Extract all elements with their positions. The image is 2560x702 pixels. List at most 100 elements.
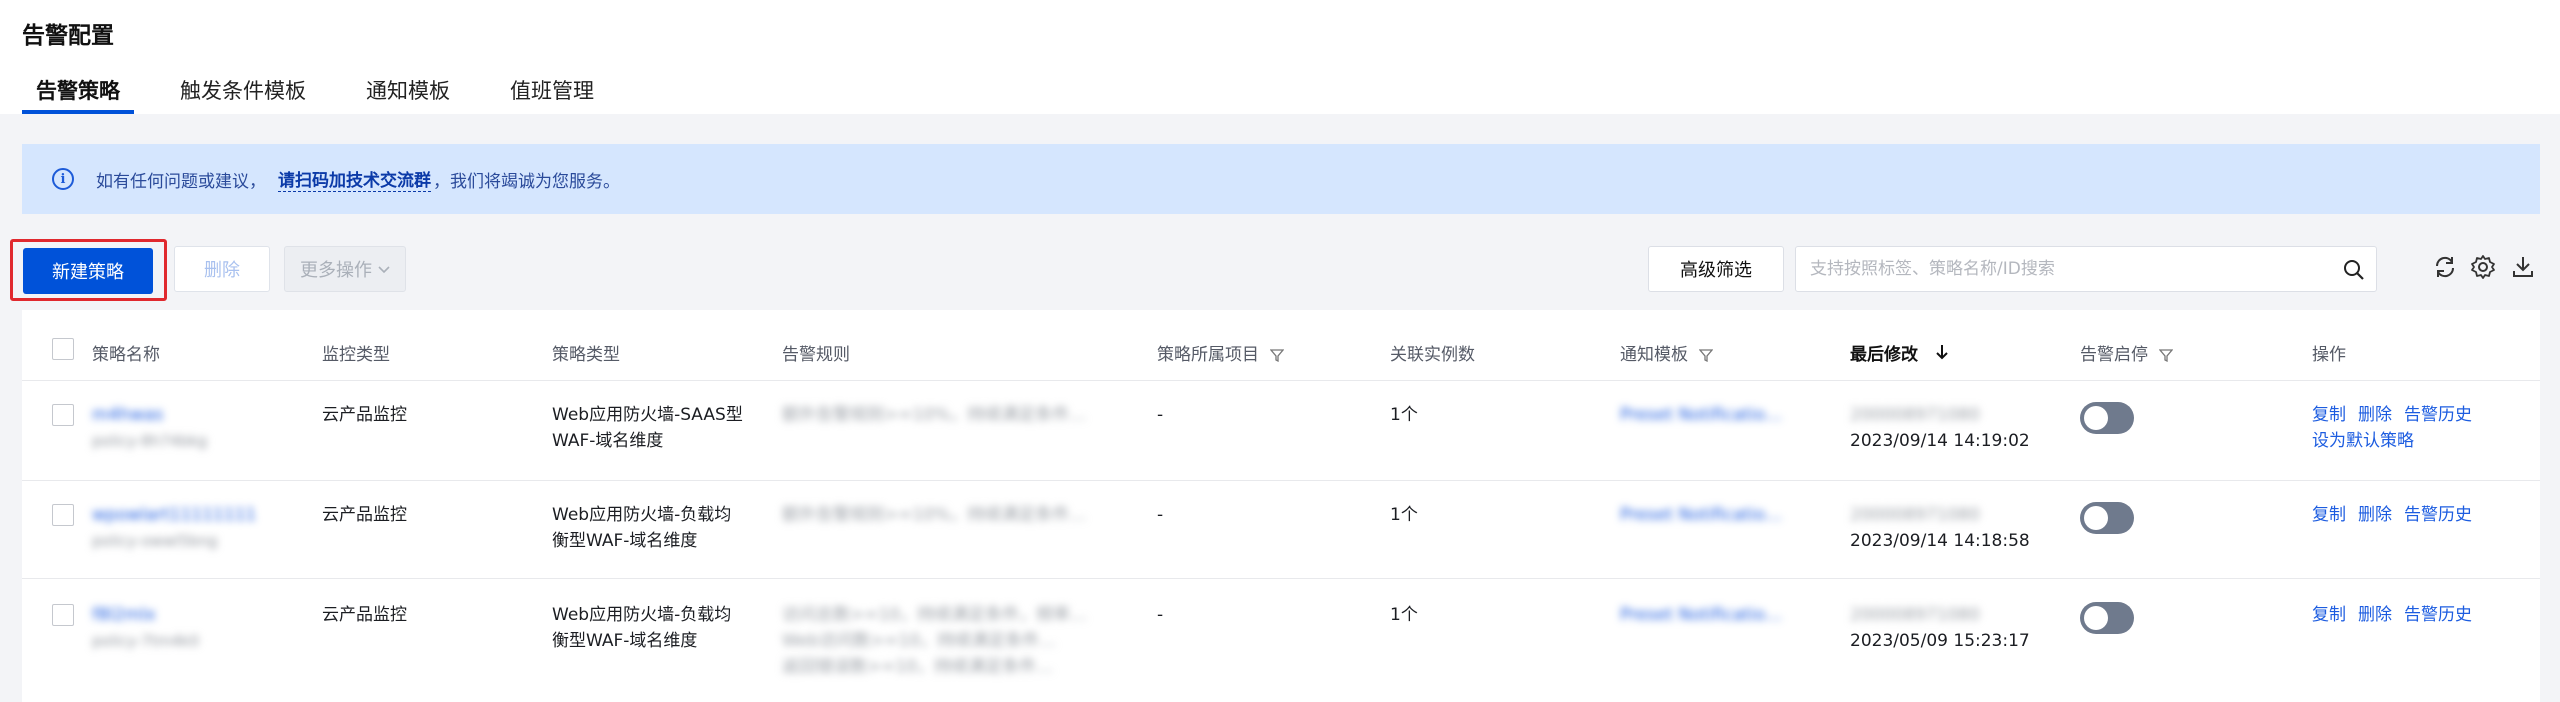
project: - [1157, 505, 1164, 525]
row-checkbox[interactable] [52, 504, 74, 526]
delete-link[interactable]: 删除 [2358, 605, 2392, 625]
header-divider [22, 380, 2540, 381]
download-icon[interactable] [2510, 254, 2536, 280]
search-box [1795, 246, 2377, 292]
search-icon[interactable] [2342, 258, 2366, 282]
alarm-rule: 额外告警规则>=10%，持续满足条件… [782, 505, 1087, 525]
policy-type-line1: Web应用防火墙-SAAS型 [552, 405, 743, 425]
tab-notice-template[interactable]: 通知模板 [352, 74, 464, 114]
row-checkbox[interactable] [52, 404, 74, 426]
row-actions: 复制 删除 告警历史 [2312, 602, 2484, 628]
modified-time: 2023/05/09 15:23:17 [1850, 631, 2030, 651]
advanced-filter-button[interactable]: 高级筛选 [1648, 246, 1784, 292]
delete-button[interactable]: 删除 [174, 246, 270, 292]
monitor-type: 云产品监控 [322, 605, 407, 625]
project: - [1157, 405, 1164, 425]
filter-icon[interactable] [2159, 347, 2174, 367]
modified-time: 2023/09/14 14:19:02 [1850, 431, 2030, 451]
notice-link[interactable]: 请扫码加技术交流群 [278, 166, 431, 192]
refresh-icon[interactable] [2432, 254, 2458, 280]
policy-name-link[interactable]: m4hwas [92, 402, 163, 428]
alarm-rule: 返回错误数>=10，持续满足条件… [782, 657, 1054, 677]
copy-link[interactable]: 复制 [2312, 405, 2346, 425]
history-link[interactable]: 告警历史 [2404, 405, 2472, 425]
notice-template-link[interactable]: Preset Notificatio… [1620, 402, 1782, 428]
toolbar: 新建策略 删除 更多操作 高级筛选 [0, 236, 2560, 301]
col-notice-template[interactable]: 通知模板 [1620, 340, 1714, 367]
notice-text-before: 如有任何问题或建议， [96, 171, 266, 192]
page-title: 告警配置 [22, 23, 114, 49]
modified-time: 2023/09/14 14:18:58 [1850, 531, 2030, 551]
col-rule: 告警规则 [782, 345, 850, 365]
modifier: 200008971080 [1850, 505, 1980, 525]
copy-link[interactable]: 复制 [2312, 505, 2346, 525]
more-actions-label: 更多操作 [300, 260, 372, 281]
tab-bar: 告警策略 触发条件模板 通知模板 值班管理 [22, 74, 640, 114]
tab-trigger-template[interactable]: 触发条件模板 [166, 74, 320, 114]
col-instances: 关联实例数 [1390, 345, 1475, 365]
info-icon: i [52, 168, 74, 190]
info-notice: i 如有任何问题或建议， 请扫码加技术交流群 ，我们将竭诚为您服务。 [22, 144, 2540, 214]
col-project-label: 策略所属项目 [1157, 345, 1259, 365]
col-actions: 操作 [2312, 345, 2346, 365]
col-notice-template-label: 通知模板 [1620, 345, 1688, 365]
col-project[interactable]: 策略所属项目 [1157, 340, 1285, 367]
new-policy-button[interactable]: 新建策略 [23, 248, 153, 294]
col-policy-type: 策略类型 [552, 345, 620, 365]
col-enabled[interactable]: 告警启停 [2080, 340, 2174, 367]
col-enabled-label: 告警启停 [2080, 345, 2148, 365]
delete-link[interactable]: 删除 [2358, 405, 2392, 425]
col-name: 策略名称 [92, 345, 160, 365]
copy-link[interactable]: 复制 [2312, 605, 2346, 625]
delete-link[interactable]: 删除 [2358, 505, 2392, 525]
project: - [1157, 605, 1164, 625]
history-link[interactable]: 告警历史 [2404, 505, 2472, 525]
alarm-toggle[interactable] [2080, 602, 2134, 634]
sort-desc-icon[interactable] [1936, 344, 1948, 365]
policy-type-line2: WAF-域名维度 [552, 431, 664, 451]
alarm-rule: 额外告警规则>=10%，持续满足条件… [782, 405, 1087, 425]
instance-count: 1个 [1390, 605, 1418, 625]
gear-icon[interactable] [2470, 254, 2496, 280]
monitor-type: 云产品监控 [322, 405, 407, 425]
notice-template-link[interactable]: Preset Notificatio… [1620, 602, 1782, 628]
col-modified-label: 最后修改 [1850, 345, 1918, 365]
policy-type-line2: 衡型WAF-域名维度 [552, 631, 698, 651]
select-all-checkbox[interactable] [52, 338, 74, 360]
notice-template-link[interactable]: Preset Notificatio… [1620, 502, 1782, 528]
policy-table: 策略名称 监控类型 策略类型 告警规则 策略所属项目 关联实例数 通知模板 最后… [22, 310, 2540, 702]
more-actions-button[interactable]: 更多操作 [284, 246, 406, 292]
modifier: 200008971080 [1850, 405, 1980, 425]
policy-name-link[interactable]: wpowlart11111111 [92, 502, 256, 528]
monitor-type: 云产品监控 [322, 505, 407, 525]
alarm-toggle[interactable] [2080, 402, 2134, 434]
policy-id: policy-owwl5bng [92, 532, 218, 550]
alarm-toggle[interactable] [2080, 502, 2134, 534]
col-modified[interactable]: 最后修改 [1850, 340, 1948, 365]
row-actions-line2: 设为默认策略 [2312, 428, 2426, 454]
notice-text-after: ，我们将竭诚为您服务。 [433, 171, 620, 192]
history-link[interactable]: 告警历史 [2404, 605, 2472, 625]
tab-on-duty[interactable]: 值班管理 [496, 74, 608, 114]
alarm-rule: Web访问数>=10，持续满足条件… [782, 631, 1057, 651]
search-input[interactable] [1796, 247, 2336, 291]
page-header: 告警配置 告警策略 触发条件模板 通知模板 值班管理 [0, 0, 2560, 114]
set-default-link[interactable]: 设为默认策略 [2312, 431, 2414, 451]
tab-alarm-policy[interactable]: 告警策略 [22, 74, 134, 114]
row-divider [22, 578, 2540, 579]
filter-icon[interactable] [1270, 347, 1285, 367]
col-monitor-type: 监控类型 [322, 345, 390, 365]
filter-icon[interactable] [1699, 347, 1714, 367]
chevron-down-icon [378, 263, 390, 277]
row-divider [22, 480, 2540, 481]
policy-name-link[interactable]: f8l2mlx [92, 602, 156, 628]
highlight-box: 新建策略 [10, 239, 167, 301]
policy-type-line1: Web应用防火墙-负载均 [552, 605, 732, 625]
policy-type-line1: Web应用防火墙-负载均 [552, 505, 732, 525]
instance-count: 1个 [1390, 405, 1418, 425]
row-actions: 复制 删除 告警历史 [2312, 502, 2484, 528]
row-actions: 复制 删除 告警历史 [2312, 402, 2484, 428]
policy-id: policy-8h74bkg [92, 432, 208, 450]
row-checkbox[interactable] [52, 604, 74, 626]
alarm-rule: 访问总数>=10，持续满足条件，频率… [782, 605, 1088, 625]
